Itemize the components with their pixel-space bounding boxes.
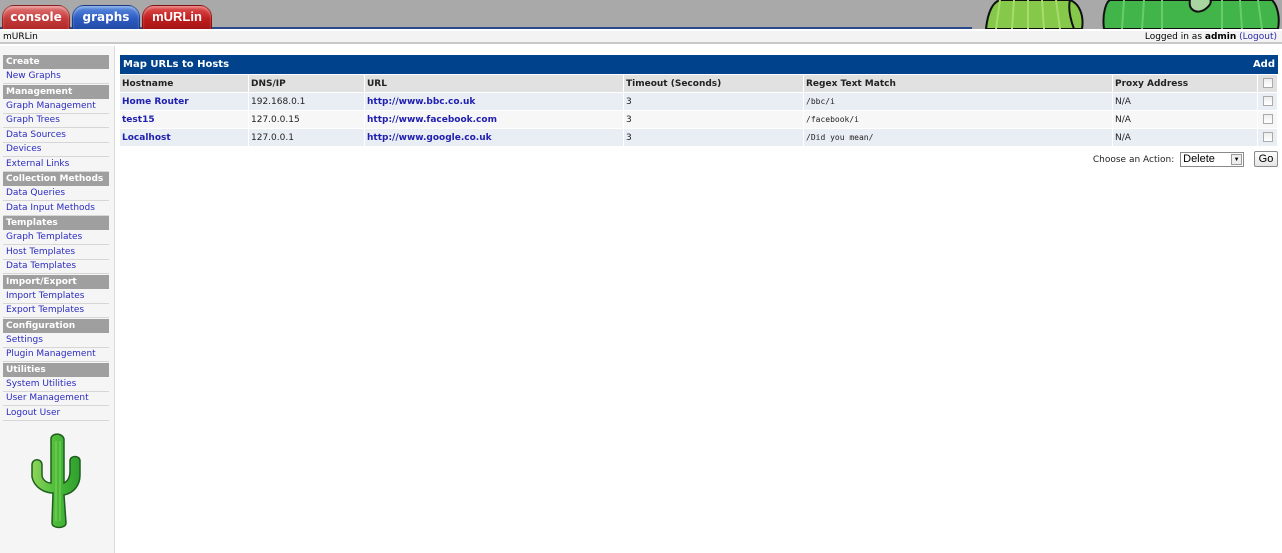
url-link[interactable]: http://www.google.co.uk [367, 133, 492, 143]
sidebar-item-logout-user[interactable]: Logout User [3, 407, 109, 421]
row-checkbox[interactable] [1262, 96, 1273, 107]
url-host-map-table: Hostname DNS/IP URL Timeout (Seconds) Re… [120, 74, 1278, 147]
menu-section-import-export: Import/Export [3, 274, 109, 289]
tab-graphs[interactable]: graphs [72, 5, 140, 29]
column-header-dns-ip[interactable]: DNS/IP [249, 75, 365, 92]
timeout-cell: 3 [624, 111, 804, 128]
action-bar: Choose an Action: Delete ▼ Go [120, 151, 1278, 167]
url-link[interactable]: http://www.facebook.com [367, 115, 497, 125]
breadcrumb-bar: mURLin Logged in as admin (Logout) [0, 31, 1282, 44]
hostname-link[interactable]: test15 [122, 115, 155, 125]
url-link[interactable]: http://www.bbc.co.uk [367, 97, 475, 107]
sidebar-item-devices[interactable]: Devices [3, 143, 109, 157]
breadcrumb: mURLin [3, 32, 38, 42]
sidebar-item-host-templates[interactable]: Host Templates [3, 246, 109, 260]
sidebar-item-system-utilities[interactable]: System Utilities [3, 378, 109, 392]
sidebar-item-settings[interactable]: Settings [3, 334, 109, 348]
column-header-proxy[interactable]: Proxy Address [1113, 75, 1258, 92]
select-all-checkbox-cell [1258, 75, 1278, 92]
login-info: Logged in as admin (Logout) [1145, 31, 1277, 43]
top-navigation-bar: console graphs mURLin [0, 0, 1282, 29]
table-row: test15 127.0.0.15 http://www.facebook.co… [120, 111, 1278, 128]
hostname-link[interactable]: Localhost [122, 133, 171, 143]
sidebar-item-external-links[interactable]: External Links [3, 158, 109, 172]
sidebar-item-new-graphs[interactable]: New Graphs [3, 70, 109, 84]
sidebar-item-export-templates[interactable]: Export Templates [3, 304, 109, 318]
sidebar-item-graph-trees[interactable]: Graph Trees [3, 114, 109, 128]
sidebar-item-user-management[interactable]: User Management [3, 392, 109, 406]
sidebar-item-graph-management[interactable]: Graph Management [3, 100, 109, 114]
regex-cell: /facebook/i [804, 111, 1113, 128]
column-header-url[interactable]: URL [365, 75, 624, 92]
row-checkbox[interactable] [1262, 132, 1273, 143]
sidebar-item-graph-templates[interactable]: Graph Templates [3, 231, 109, 245]
select-all-checkbox[interactable] [1262, 78, 1273, 89]
table-row: Home Router 192.168.0.1 http://www.bbc.c… [120, 93, 1278, 110]
sidebar-item-data-queries[interactable]: Data Queries [3, 187, 109, 201]
logged-in-label: Logged in as [1144, 32, 1203, 42]
table-row: Localhost 127.0.0.1 http://www.google.co… [120, 129, 1278, 146]
column-header-timeout[interactable]: Timeout (Seconds) [624, 75, 804, 92]
row-checkbox[interactable] [1262, 114, 1273, 125]
hostname-link[interactable]: Home Router [122, 97, 189, 107]
cactus-banner-image [972, 0, 1282, 29]
ip-cell: 192.168.0.1 [249, 93, 365, 110]
ip-cell: 127.0.0.15 [249, 111, 365, 128]
menu-section-utilities: Utilities [3, 362, 109, 377]
action-select[interactable]: Delete ▼ [1180, 151, 1245, 167]
go-button[interactable]: Go [1254, 151, 1278, 167]
timeout-cell: 3 [624, 93, 804, 110]
sidebar-item-plugin-management[interactable]: Plugin Management [3, 348, 109, 362]
proxy-cell: N/A [1113, 111, 1258, 128]
menu-section-management: Management [3, 84, 109, 99]
table-header-row: Hostname DNS/IP URL Timeout (Seconds) Re… [120, 75, 1278, 92]
regex-cell: /Did you mean/ [804, 129, 1113, 146]
panel-title: Map URLs to Hosts [123, 59, 230, 70]
ip-cell: 127.0.0.1 [249, 129, 365, 146]
menu-section-templates: Templates [3, 216, 109, 230]
sidebar-item-data-input-methods[interactable]: Data Input Methods [3, 202, 109, 216]
tab-console[interactable]: console [2, 5, 70, 29]
sidebar-menu: Create New Graphs Management Graph Manag… [0, 46, 115, 553]
action-select-value: Delete [1183, 152, 1215, 165]
sidebar-item-data-templates[interactable]: Data Templates [3, 260, 109, 274]
column-header-hostname[interactable]: Hostname [120, 75, 249, 92]
tab-murlin[interactable]: mURLin [142, 5, 212, 29]
logout-link[interactable]: (Logout) [1239, 32, 1277, 42]
panel-header: Map URLs to Hosts Add [120, 55, 1278, 74]
sidebar-item-import-templates[interactable]: Import Templates [3, 290, 109, 304]
menu-section-configuration: Configuration [3, 318, 109, 333]
menu-section-create: Create [3, 55, 109, 69]
timeout-cell: 3 [624, 129, 804, 146]
main-content: Map URLs to Hosts Add Hostname DNS/IP UR… [120, 55, 1278, 167]
regex-cell: /bbc/i [804, 93, 1113, 110]
proxy-cell: N/A [1113, 93, 1258, 110]
action-label: Choose an Action: [1092, 154, 1175, 165]
cactus-logo-icon [24, 431, 90, 531]
sidebar-item-data-sources[interactable]: Data Sources [3, 129, 109, 143]
column-header-regex[interactable]: Regex Text Match [804, 75, 1113, 92]
add-link[interactable]: Add [1253, 55, 1275, 74]
chevron-down-icon[interactable]: ▼ [1231, 153, 1243, 165]
proxy-cell: N/A [1113, 129, 1258, 146]
username: admin [1204, 32, 1237, 42]
menu-section-collection-methods: Collection Methods [3, 172, 109, 186]
